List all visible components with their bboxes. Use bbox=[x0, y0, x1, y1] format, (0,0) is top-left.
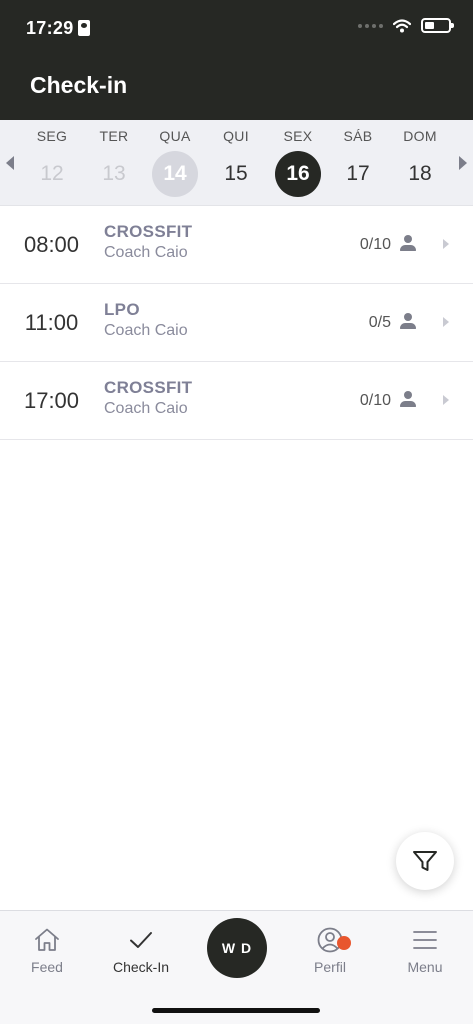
wod-button[interactable]: W D bbox=[207, 918, 267, 978]
class-time: 11:00 bbox=[24, 310, 79, 335]
person-icon bbox=[399, 390, 417, 410]
tab-label: Check-In bbox=[112, 959, 170, 975]
day-number: 18 bbox=[408, 162, 432, 185]
class-list: 08:00 CROSSFIT Coach Caio 0/10 11:00 LPO… bbox=[0, 206, 473, 440]
calendar-day-tue[interactable]: TER 13 bbox=[84, 120, 144, 206]
cellular-signal-icon bbox=[358, 23, 383, 28]
app-header: 17:29 Check-in bbox=[0, 0, 473, 120]
tab-perfil[interactable]: Perfil bbox=[283, 925, 377, 975]
chevron-right-icon bbox=[443, 317, 449, 327]
class-attendance-count: 0/10 bbox=[359, 236, 391, 253]
day-name: TER bbox=[99, 128, 129, 144]
calendar-day-mon[interactable]: SEG 12 bbox=[22, 120, 82, 206]
calendar-day-thu[interactable]: QUI 15 bbox=[206, 120, 266, 206]
calendar-day-fri[interactable]: SEX 16 bbox=[268, 120, 328, 206]
class-time: 17:00 bbox=[23, 388, 80, 413]
chevron-right-icon bbox=[443, 239, 449, 249]
day-name: QUA bbox=[159, 128, 191, 144]
day-number: 12 bbox=[40, 162, 64, 185]
wifi-icon bbox=[393, 18, 411, 32]
next-week-arrow-icon[interactable] bbox=[459, 156, 467, 170]
class-name: LPO bbox=[104, 300, 140, 319]
status-bar: 17:29 bbox=[0, 0, 473, 56]
previous-week-arrow-icon[interactable] bbox=[6, 156, 14, 170]
home-indicator bbox=[152, 1008, 320, 1013]
day-name: SEG bbox=[36, 128, 68, 144]
wod-logo-label: W D bbox=[221, 940, 253, 956]
tab-menu[interactable]: Menu bbox=[378, 925, 472, 975]
day-number: 17 bbox=[346, 162, 370, 185]
class-attendance-count: 0/5 bbox=[368, 314, 391, 331]
tab-label: Menu bbox=[407, 959, 443, 975]
filter-icon bbox=[413, 851, 437, 871]
tab-checkin[interactable]: Check-In bbox=[94, 925, 188, 975]
day-name: SEX bbox=[283, 128, 313, 144]
person-icon bbox=[399, 312, 417, 332]
calendar-day-wed[interactable]: QUA 14 bbox=[145, 120, 205, 206]
class-coach: Coach Caio bbox=[104, 244, 188, 261]
class-row[interactable]: 17:00 CROSSFIT Coach Caio 0/10 bbox=[0, 362, 473, 440]
home-icon bbox=[35, 928, 59, 951]
class-row[interactable]: 11:00 LPO Coach Caio 0/5 bbox=[0, 284, 473, 362]
contact-card-icon bbox=[78, 20, 90, 36]
week-calendar: SEG 12 TER 13 QUA 14 QUI 15 SEX 16 SÁB 1… bbox=[0, 120, 473, 206]
day-name: DOM bbox=[403, 128, 437, 144]
status-time: 17:29 bbox=[26, 18, 74, 38]
status-indicators bbox=[358, 18, 454, 33]
day-number: 13 bbox=[102, 162, 126, 185]
notification-badge bbox=[337, 936, 351, 950]
calendar-day-sun[interactable]: DOM 18 bbox=[390, 120, 450, 206]
class-row[interactable]: 08:00 CROSSFIT Coach Caio 0/10 bbox=[0, 206, 473, 284]
tab-label: Perfil bbox=[314, 959, 346, 975]
day-name: SÁB bbox=[343, 128, 373, 144]
class-time: 08:00 bbox=[23, 232, 80, 257]
tab-feed[interactable]: Feed bbox=[0, 925, 94, 975]
day-number: 14 bbox=[152, 151, 198, 197]
tab-label: Feed bbox=[31, 959, 63, 975]
hamburger-menu-icon bbox=[413, 931, 437, 949]
calendar-day-sat[interactable]: SÁB 17 bbox=[328, 120, 388, 206]
person-icon bbox=[399, 234, 417, 254]
page-title: Check-in bbox=[30, 72, 128, 98]
class-coach: Coach Caio bbox=[104, 400, 188, 417]
class-name: CROSSFIT bbox=[104, 222, 193, 241]
chevron-right-icon bbox=[443, 395, 449, 405]
class-name: CROSSFIT bbox=[104, 378, 193, 397]
class-coach: Coach Caio bbox=[104, 322, 188, 339]
class-attendance-count: 0/10 bbox=[359, 392, 391, 409]
day-number: 16 bbox=[275, 151, 321, 197]
day-number: 15 bbox=[224, 162, 248, 185]
day-name: QUI bbox=[223, 128, 249, 144]
filter-button[interactable] bbox=[396, 832, 454, 890]
battery-icon bbox=[421, 18, 454, 33]
checkmark-icon bbox=[130, 932, 152, 948]
